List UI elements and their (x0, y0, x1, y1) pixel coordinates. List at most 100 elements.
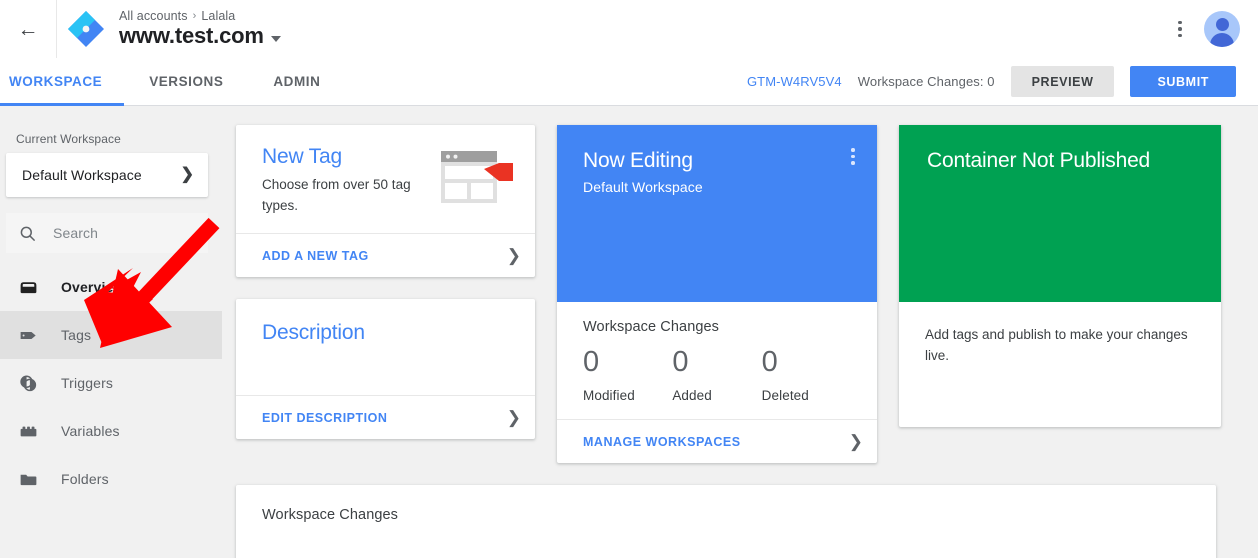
stat-row: 0 Modified 0 Added 0 Deleted (583, 346, 851, 404)
stat-deleted-label: Deleted (761, 388, 809, 403)
tag-manager-diamond-icon (68, 11, 104, 47)
gtm-logo[interactable] (57, 0, 115, 58)
stat-added-value: 0 (672, 346, 689, 378)
stat-added-label: Added (672, 388, 712, 403)
new-tag-title: New Tag (262, 145, 342, 168)
sidebar: Current Workspace Default Workspace ❯ Se… (0, 107, 222, 558)
tab-admin-label: ADMIN (273, 74, 321, 89)
chevron-down-icon (270, 35, 281, 42)
tab-versions-label: VERSIONS (149, 74, 224, 89)
search-icon (20, 226, 35, 241)
preview-button[interactable]: PREVIEW (1010, 66, 1115, 97)
edit-description-button[interactable]: EDIT DESCRIPTION ❯ (236, 395, 535, 439)
avatar-head (1215, 18, 1229, 31)
back-button[interactable]: ← (0, 0, 56, 58)
tab-versions[interactable]: VERSIONS (124, 58, 248, 106)
cards-row: New Tag Choose from over 50 tag types. A… (236, 125, 1236, 463)
breadcrumb-all-accounts[interactable]: All accounts (119, 9, 188, 23)
stat-modified: 0 Modified (583, 346, 672, 404)
now-editing-menu-icon[interactable] (842, 148, 864, 165)
now-editing-title: Now Editing (583, 149, 693, 172)
tag-icon (17, 324, 39, 346)
tab-admin[interactable]: ADMIN (248, 58, 345, 106)
workspace-selector[interactable]: Default Workspace ❯ (6, 153, 208, 197)
column-left: New Tag Choose from over 50 tag types. A… (236, 125, 535, 439)
dot (1178, 27, 1182, 31)
breadcrumb-separator-icon: › (192, 10, 197, 23)
container-not-published-card: Container Not Published Add tags and pub… (899, 125, 1221, 427)
new-tag-description: Choose from over 50 tag types. (262, 177, 411, 213)
stat-deleted: 0 Deleted (761, 346, 851, 404)
container-status-text: Add tags and publish to make your change… (925, 327, 1188, 363)
avatar[interactable] (1204, 11, 1240, 47)
variable-icon (17, 420, 39, 442)
sidebar-item-overview-label: Overview (61, 279, 125, 295)
status-badge: Container Not Published (927, 149, 1151, 172)
stat-deleted-value: 0 (761, 346, 778, 378)
new-tag-text: New Tag Choose from over 50 tag types. (262, 143, 422, 233)
top-bar: ← All accounts › Lalala www.test.com (0, 0, 1258, 58)
sidebar-item-folders[interactable]: Folders (0, 455, 222, 503)
stat-added: 0 Added (672, 346, 761, 404)
container-status-header: Container Not Published (899, 125, 1221, 302)
search-input[interactable]: Search (6, 213, 208, 253)
description-card: Description EDIT DESCRIPTION ❯ (236, 299, 535, 439)
workspace-selector-label: Default Workspace (22, 167, 142, 183)
browser-window-with-tag-icon (441, 151, 513, 203)
workspace-changes-title: Workspace Changes (583, 319, 720, 335)
manage-workspaces-button[interactable]: MANAGE WORKSPACES ❯ (557, 419, 877, 463)
folder-icon (17, 468, 39, 490)
container-status-body: Add tags and publish to make your change… (899, 302, 1221, 427)
avatar-body (1210, 33, 1234, 47)
now-editing-header: Now Editing Default Workspace (557, 125, 877, 302)
tab-workspace-label: WORKSPACE (9, 74, 103, 89)
inbox-icon (17, 276, 39, 298)
gtm-workspace-page: ← All accounts › Lalala www.test.com WOR… (0, 0, 1258, 558)
sidebar-nav: Overview Tags Triggers Variables Folders (0, 263, 222, 503)
trigger-icon (17, 372, 39, 394)
page-title: www.test.com (119, 23, 264, 49)
search-placeholder: Search (53, 225, 98, 241)
chevron-right-icon: ❯ (180, 166, 194, 183)
sidebar-item-triggers[interactable]: Triggers (0, 359, 222, 407)
breadcrumb: All accounts › Lalala (119, 9, 281, 23)
main-content: New Tag Choose from over 50 tag types. A… (222, 107, 1258, 558)
more-options-icon[interactable] (1162, 11, 1198, 47)
workspace-changes-count: Workspace Changes: 0 (857, 74, 995, 89)
sidebar-section-label: Current Workspace (16, 132, 121, 146)
breadcrumb-account-name[interactable]: Lalala (201, 9, 235, 23)
sidebar-item-tags-label: Tags (61, 327, 92, 343)
description-title: Description (262, 321, 365, 344)
edit-description-label: EDIT DESCRIPTION (262, 410, 388, 425)
sidebar-item-tags[interactable]: Tags (0, 311, 222, 359)
workspace-changes-panel: Workspace Changes (236, 485, 1216, 558)
back-arrow-icon: ← (17, 17, 39, 41)
gtm-container-id[interactable]: GTM-W4RV5V4 (747, 74, 842, 89)
description-card-body: Description (236, 299, 535, 395)
sidebar-item-folders-label: Folders (61, 471, 109, 487)
tab-bar-actions: GTM-W4RV5V4 Workspace Changes: 0 PREVIEW… (747, 66, 1258, 97)
dot (851, 148, 855, 152)
tab-bar: WORKSPACE VERSIONS ADMIN GTM-W4RV5V4 Wor… (0, 58, 1258, 106)
workspace-changes-panel-title: Workspace Changes (262, 507, 399, 523)
now-editing-subtitle: Default Workspace (583, 179, 703, 196)
stat-modified-label: Modified (583, 388, 635, 403)
sidebar-item-overview[interactable]: Overview (0, 263, 222, 311)
add-a-new-tag-label: ADD A NEW TAG (262, 248, 369, 263)
dot (851, 154, 855, 158)
chevron-right-icon: ❯ (506, 408, 521, 427)
dot (851, 161, 855, 165)
tab-workspace[interactable]: WORKSPACE (0, 58, 125, 106)
dot (1178, 33, 1182, 38)
container-selector[interactable]: www.test.com (119, 24, 281, 48)
stat-modified-value: 0 (583, 346, 600, 378)
new-tag-card: New Tag Choose from over 50 tag types. A… (236, 125, 535, 277)
chevron-right-icon: ❯ (848, 432, 863, 451)
sidebar-item-variables[interactable]: Variables (0, 407, 222, 455)
add-a-new-tag-button[interactable]: ADD A NEW TAG ❯ (236, 233, 535, 277)
now-editing-card: Now Editing Default Workspace Workspace … (557, 125, 877, 463)
workspace-changes-stats: Workspace Changes 0 Modified 0 Added 0 D (557, 302, 877, 419)
manage-workspaces-label: MANAGE WORKSPACES (583, 434, 741, 449)
dot (1178, 20, 1182, 25)
submit-button[interactable]: SUBMIT (1130, 66, 1236, 97)
